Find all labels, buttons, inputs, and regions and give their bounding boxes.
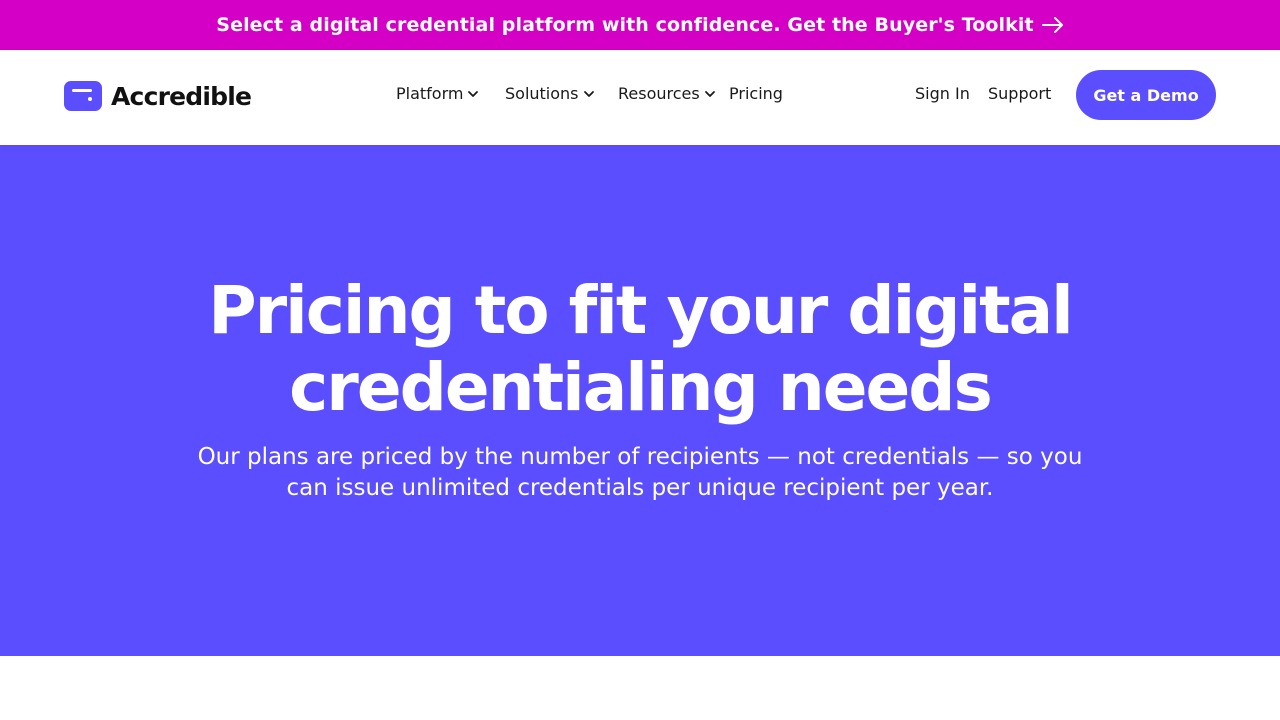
hero-title-line-2: credentialing needs <box>289 349 993 426</box>
get-a-demo-button[interactable]: Get a Demo <box>1076 70 1216 120</box>
logo-text: Accredible <box>111 81 252 111</box>
main-navigation: Accredible Platform Solutions Resources … <box>0 50 1280 145</box>
announcement-banner-link[interactable]: Select a digital credential platform wit… <box>0 0 1280 50</box>
nav-item-label: Solutions <box>505 84 579 103</box>
nav-item-platform[interactable]: Platform <box>396 84 479 103</box>
hero-subtitle-line-1: Our plans are priced by the number of re… <box>197 444 1083 470</box>
announcement-text: Select a digital credential platform wit… <box>216 14 1034 36</box>
arrow-right-icon <box>1041 17 1064 33</box>
chevron-down-icon <box>467 88 479 100</box>
logo-link[interactable]: Accredible <box>64 81 252 111</box>
hero-title-line-1: Pricing to fit your digital <box>208 272 1074 349</box>
hero-title: Pricing to fit your digital credentialin… <box>140 272 1140 426</box>
sign-in-link[interactable]: Sign In <box>915 84 970 103</box>
nav-item-label: Pricing <box>729 84 783 103</box>
accredible-logo-icon <box>64 81 102 111</box>
chevron-down-icon <box>583 88 595 100</box>
nav-item-resources[interactable]: Resources <box>618 84 716 103</box>
chevron-down-icon <box>704 88 716 100</box>
nav-item-solutions[interactable]: Solutions <box>505 84 595 103</box>
hero-subtitle: Our plans are priced by the number of re… <box>160 442 1120 504</box>
support-link[interactable]: Support <box>988 84 1051 103</box>
nav-item-label: Resources <box>618 84 700 103</box>
nav-item-pricing[interactable]: Pricing <box>729 84 783 103</box>
hero-subtitle-line-2: can issue unlimited credentials per uniq… <box>286 475 994 501</box>
nav-item-label: Platform <box>396 84 464 103</box>
hero-section: Pricing to fit your digital credentialin… <box>0 145 1280 656</box>
